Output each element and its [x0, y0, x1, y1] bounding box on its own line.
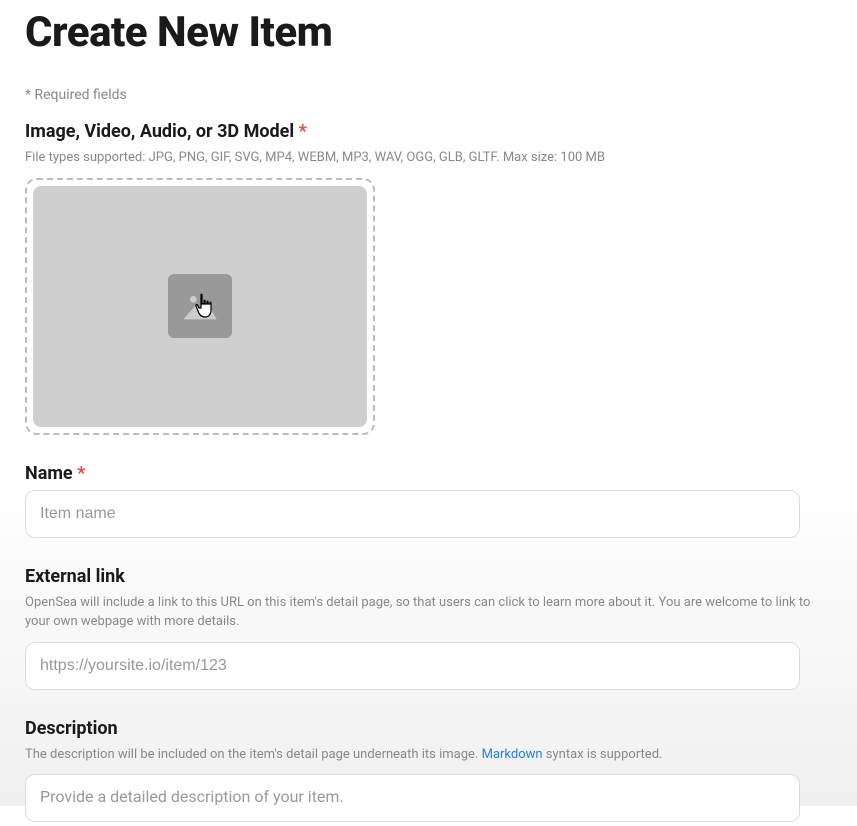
media-hint: File types supported: JPG, PNG, GIF, SVG…: [25, 148, 832, 168]
markdown-link[interactable]: Markdown: [482, 747, 543, 762]
external-link-label: External link: [25, 566, 832, 587]
required-star: *: [299, 121, 307, 142]
description-input[interactable]: [25, 774, 800, 822]
image-placeholder-icon: [168, 274, 232, 338]
name-input[interactable]: [25, 490, 800, 538]
name-field-group: Name *: [25, 463, 832, 538]
name-label: Name *: [25, 463, 832, 484]
required-star: *: [77, 463, 85, 484]
description-hint-prefix: The description will be included on the …: [25, 747, 482, 762]
media-label-text: Image, Video, Audio, or 3D Model: [25, 121, 294, 142]
media-label: Image, Video, Audio, or 3D Model *: [25, 121, 832, 142]
name-label-text: Name: [25, 463, 73, 484]
required-fields-note: * Required fields: [25, 87, 832, 103]
description-label: Description: [25, 718, 832, 739]
external-link-hint: OpenSea will include a link to this URL …: [25, 593, 832, 632]
external-link-input[interactable]: [25, 642, 800, 690]
description-hint: The description will be included on the …: [25, 745, 832, 765]
media-upload-inner: [33, 186, 367, 427]
media-upload-dropzone[interactable]: [25, 178, 375, 435]
media-field-group: Image, Video, Audio, or 3D Model * File …: [25, 121, 832, 435]
description-field-group: Description The description will be incl…: [25, 718, 832, 826]
page-title: Create New Item: [25, 8, 832, 57]
description-hint-suffix: syntax is supported.: [543, 747, 663, 762]
external-link-field-group: External link OpenSea will include a lin…: [25, 566, 832, 690]
